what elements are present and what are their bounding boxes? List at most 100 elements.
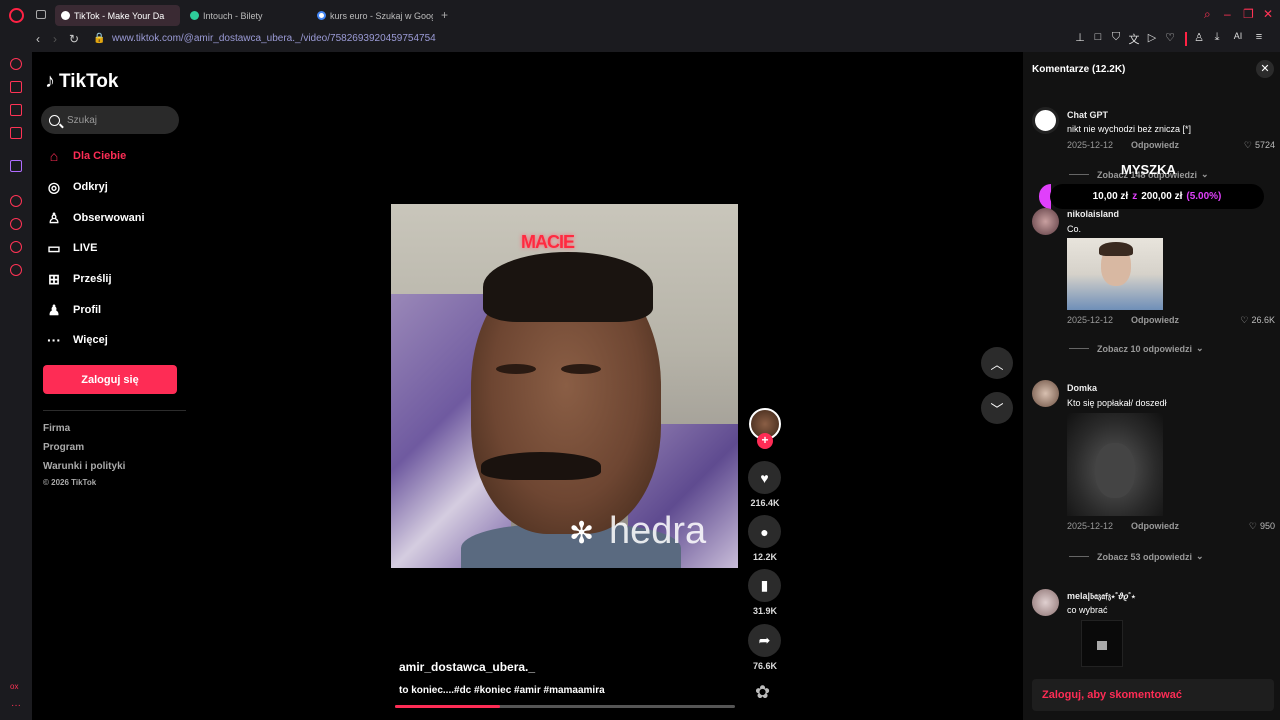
aria-ai-icon[interactable]: AI xyxy=(1229,31,1247,44)
snapshot-icon[interactable]: □ xyxy=(1092,31,1104,47)
video-player[interactable]: MACIE ✻ hedra xyxy=(391,204,738,568)
view-replies-button[interactable]: Zobacz 53 odpowiedzi ⌄ xyxy=(1069,551,1204,562)
video-author[interactable]: amir_dostawca_ubera._ xyxy=(399,660,535,674)
comment-user[interactable]: nikolaisland xyxy=(1067,209,1119,219)
share-button[interactable]: ➦ xyxy=(748,624,781,657)
avatar[interactable] xyxy=(1032,589,1059,616)
download-icon[interactable]: ⤓ xyxy=(1211,31,1223,44)
chevron-up-icon: ︿ xyxy=(990,356,1004,372)
heart-icon[interactable]: ♡ xyxy=(1164,31,1176,47)
tiktok-logo[interactable]: ♪ TikTok xyxy=(45,70,118,93)
comment-image[interactable] xyxy=(1067,238,1163,310)
address-bar[interactable]: www.tiktok.com/@amir_dostawca_ubera._/vi… xyxy=(112,33,436,44)
nav-profile[interactable]: ♟ Profil xyxy=(45,300,101,320)
search-box[interactable] xyxy=(41,106,179,134)
mail-icon[interactable] xyxy=(10,127,22,139)
avatar[interactable] xyxy=(1032,208,1059,235)
forward-icon[interactable]: › xyxy=(53,32,57,46)
account-icon[interactable]: ♙ xyxy=(1193,31,1205,44)
login-to-comment[interactable]: Zaloguj, aby skomentować xyxy=(1032,679,1274,711)
logo-text: TikTok xyxy=(59,70,119,92)
video-progress-bar[interactable] xyxy=(395,705,735,708)
close-icon[interactable]: ✕ xyxy=(1256,60,1274,78)
tab-label: Intouch - Bilety xyxy=(203,10,263,21)
reload-icon[interactable]: ↻ xyxy=(69,32,79,46)
maximize-icon[interactable]: ❐ xyxy=(1243,7,1254,21)
comment-user[interactable]: mela|𝔟𝔞𝔷𝔞𝔣𝔷⋆˚𝜗𝜚˚⋆ xyxy=(1067,591,1136,602)
new-tab-icon[interactable]: + xyxy=(441,8,448,22)
nav-label: Prześlij xyxy=(73,273,112,285)
video-subject-eye xyxy=(561,364,601,374)
comment-user[interactable]: Domka xyxy=(1067,383,1097,393)
nav-for-you[interactable]: ⌂ Dla Ciebie xyxy=(45,146,126,166)
share-icon: ➦ xyxy=(758,632,771,648)
comments-panel xyxy=(1023,52,1280,720)
tab-overview-icon[interactable] xyxy=(36,10,46,19)
reply-button[interactable]: Odpowiedz xyxy=(1131,521,1179,531)
comment-date: 2025-12-12 xyxy=(1067,140,1114,150)
tab-tiktok[interactable]: TikTok - Make Your Da xyxy=(55,5,180,26)
login-button[interactable]: Zaloguj się xyxy=(43,365,177,394)
comment-likes[interactable]: ♡ 950 xyxy=(1225,521,1275,532)
tab-google[interactable]: kurs euro - Szukaj w Goog xyxy=(311,5,433,26)
history-icon[interactable] xyxy=(10,218,22,230)
nav-upload[interactable]: ⊞ Prześlij xyxy=(45,269,112,289)
compass-icon: ◎ xyxy=(47,178,61,195)
nav-live[interactable]: ▭ LIVE xyxy=(45,238,97,258)
minimize-icon[interactable]: – xyxy=(1224,7,1231,21)
lock-icon[interactable]: 🔒 xyxy=(93,33,105,44)
settings-icon[interactable] xyxy=(10,264,22,276)
comment-button[interactable]: ● xyxy=(748,515,781,548)
comment-icon: ● xyxy=(760,523,769,540)
more-dots-icon[interactable]: ··· xyxy=(11,700,21,711)
reply-button[interactable]: Odpowiedz xyxy=(1131,140,1179,150)
bag-icon[interactable] xyxy=(10,81,22,93)
bookmark-icon: ▮ xyxy=(760,577,769,593)
comment-user[interactable]: Chat GPT xyxy=(1067,110,1108,120)
footer-link-terms[interactable]: Warunki i polityki xyxy=(43,461,125,472)
music-disc-icon[interactable]: ✿ xyxy=(755,682,770,703)
view-replies-button[interactable]: Zobacz 10 odpowiedzi ⌄ xyxy=(1069,343,1204,354)
tab-intouch[interactable]: Intouch - Bilety xyxy=(184,5,309,26)
messenger-icon[interactable] xyxy=(10,104,22,116)
comment-image[interactable] xyxy=(1067,413,1163,516)
live-icon: ▭ xyxy=(47,239,61,256)
google-favicon-icon xyxy=(317,11,326,20)
comment-likes[interactable]: ♡ 5724 xyxy=(1225,140,1275,151)
footer-link-company[interactable]: Firma xyxy=(43,423,70,434)
nav-explore[interactable]: ◎ Odkryj xyxy=(45,177,108,197)
next-video-button[interactable]: ﹀ xyxy=(981,392,1013,424)
opera-logo-icon[interactable] xyxy=(9,8,24,23)
shield-icon[interactable]: ⛉ xyxy=(1110,31,1122,47)
toolbar-icons: ⊥ □ ⛉ 文 ▷ ♡ xyxy=(1074,31,1176,47)
play-icon[interactable]: ▷ xyxy=(1146,31,1158,47)
menu-icon[interactable]: ≡ xyxy=(1253,31,1265,44)
comment-image[interactable] xyxy=(1081,620,1123,667)
upload-icon: ⊞ xyxy=(48,270,60,287)
footer-link-program[interactable]: Program xyxy=(43,442,84,453)
comment-date: 2025-12-12 xyxy=(1067,315,1114,325)
follow-plus-icon[interactable]: + xyxy=(757,433,773,449)
avatar[interactable] xyxy=(1032,107,1059,134)
comment-text: Kto się popłakał/ doszedł xyxy=(1067,398,1167,408)
search-input[interactable] xyxy=(67,114,167,126)
player-icon[interactable] xyxy=(10,195,22,207)
twitch-icon[interactable] xyxy=(10,160,22,172)
back-icon[interactable]: ‹ xyxy=(36,32,40,46)
like-button[interactable]: ♥ xyxy=(748,461,781,494)
pin-icon[interactable]: ⊥ xyxy=(1074,31,1086,47)
speed-dial-icon[interactable] xyxy=(10,58,22,70)
avatar[interactable] xyxy=(1032,380,1059,407)
gx-icon[interactable]: ox xyxy=(10,682,18,691)
translate-icon[interactable]: 文 xyxy=(1128,31,1140,47)
nav-more[interactable]: ··· Więcej xyxy=(45,330,108,350)
send-icon[interactable] xyxy=(10,241,22,253)
comment-image-cat-face xyxy=(1095,443,1135,498)
prev-video-button[interactable]: ︿ xyxy=(981,347,1013,379)
reply-button[interactable]: Odpowiedz xyxy=(1131,315,1179,325)
nav-following[interactable]: ♙ Obserwowani xyxy=(45,208,145,228)
save-button[interactable]: ▮ xyxy=(748,569,781,602)
comment-likes[interactable]: ♡ 26.6K xyxy=(1225,315,1275,326)
close-window-icon[interactable]: ✕ xyxy=(1263,7,1273,21)
search-tabs-icon[interactable]: ⌕ xyxy=(1204,7,1211,22)
